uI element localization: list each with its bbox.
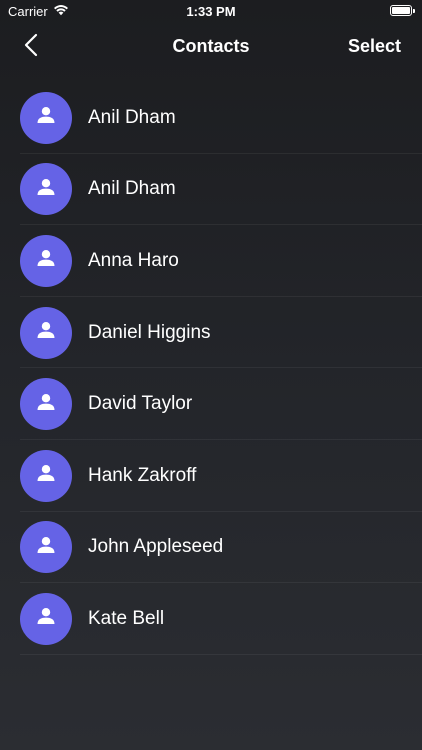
contact-name: Kate Bell <box>88 607 165 629</box>
select-button[interactable]: Select <box>348 36 401 57</box>
avatar <box>20 592 72 645</box>
contact-row[interactable]: Anna Haro <box>0 225 422 297</box>
navigation-bar: Contacts Select <box>0 26 422 68</box>
contact-row[interactable]: Hank Zakroff <box>0 440 422 512</box>
contact-row[interactable]: David Taylor <box>0 368 422 440</box>
avatar <box>20 234 72 287</box>
contact-name: Anil Dham <box>88 178 176 200</box>
contact-name: Daniel Higgins <box>88 321 211 343</box>
contact-list: Anil Dham Anil Dham Anna Haro Daniel Hig… <box>0 82 422 655</box>
person-icon <box>36 535 56 560</box>
contact-row[interactable]: Anil Dham <box>0 154 422 226</box>
contact-name: Hank Zakroff <box>88 464 197 486</box>
contact-row[interactable]: Anil Dham <box>0 82 422 154</box>
person-icon <box>36 177 56 202</box>
battery-icon <box>390 5 415 16</box>
status-time: 1:33 PM <box>186 4 236 19</box>
person-icon <box>36 392 56 417</box>
person-icon <box>36 606 56 631</box>
contact-row[interactable]: John Appleseed <box>0 512 422 584</box>
contact-name: Anna Haro <box>88 249 179 271</box>
avatar <box>20 306 72 359</box>
avatar <box>20 163 72 216</box>
avatar <box>20 449 72 502</box>
contact-name: John Appleseed <box>88 536 224 558</box>
person-icon <box>36 463 56 488</box>
person-icon <box>36 320 56 345</box>
contact-name: Anil Dham <box>88 106 176 128</box>
avatar <box>20 521 72 574</box>
person-icon <box>36 105 56 130</box>
avatar <box>20 91 72 144</box>
contact-row[interactable]: Daniel Higgins <box>0 297 422 369</box>
contact-row[interactable]: Kate Bell <box>0 583 422 655</box>
status-bar: Carrier 1:33 PM <box>0 0 422 22</box>
contact-name: David Taylor <box>88 393 193 415</box>
person-icon <box>36 248 56 273</box>
avatar <box>20 378 72 431</box>
